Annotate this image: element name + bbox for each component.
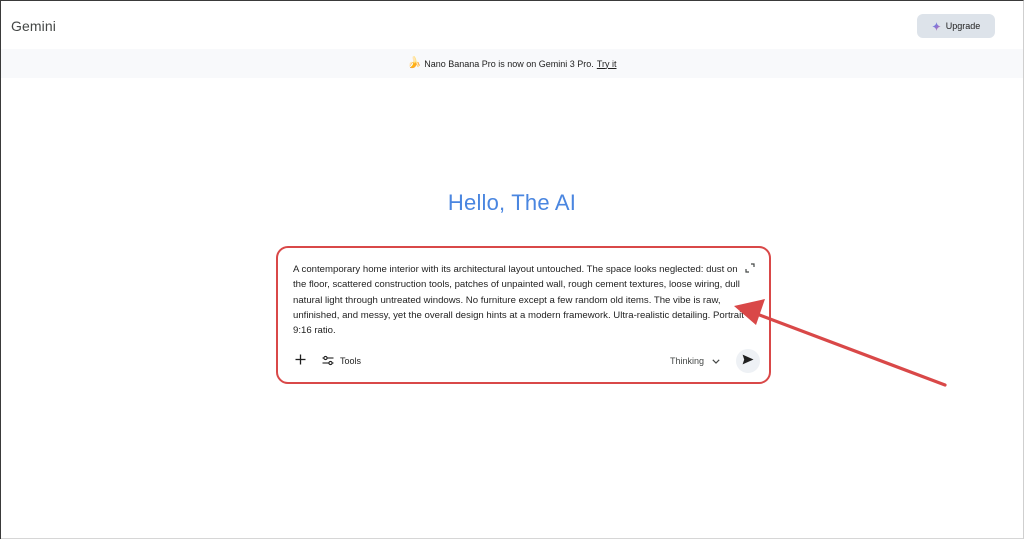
banner-message: Nano Banana Pro is now on Gemini 3 Pro.	[424, 58, 594, 69]
add-button[interactable]	[292, 353, 308, 369]
send-button[interactable]	[736, 349, 760, 373]
chevron-down-icon	[712, 356, 720, 366]
sliders-icon	[322, 355, 334, 368]
upgrade-button[interactable]: Upgrade	[917, 14, 995, 38]
gemini-page: Gemini Upgrade 🍌 Nano Banana Pro is now …	[0, 0, 1024, 539]
try-it-link[interactable]: Try it	[597, 59, 617, 69]
sparkle-icon	[931, 21, 941, 31]
expand-icon[interactable]	[745, 260, 755, 273]
greeting-heading: Hello, The AI	[447, 190, 577, 215]
tools-button[interactable]: Tools	[322, 353, 361, 369]
app-title: Gemini	[11, 18, 56, 34]
prompt-composer: A contemporary home interior with its ar…	[276, 246, 771, 384]
mode-selector[interactable]: Thinking	[670, 353, 720, 369]
composer-toolbar: Tools Thinking	[278, 346, 769, 382]
upgrade-label: Upgrade	[945, 21, 981, 31]
mode-label: Thinking	[670, 356, 705, 366]
plus-icon	[295, 352, 306, 370]
tools-label: Tools	[340, 356, 362, 366]
banana-icon: 🍌	[407, 57, 422, 69]
top-bar: Gemini Upgrade	[1, 1, 1023, 49]
prompt-input[interactable]: A contemporary home interior with its ar…	[293, 262, 748, 338]
send-icon	[742, 352, 754, 370]
announcement-banner: 🍌 Nano Banana Pro is now on Gemini 3 Pro…	[1, 49, 1023, 78]
